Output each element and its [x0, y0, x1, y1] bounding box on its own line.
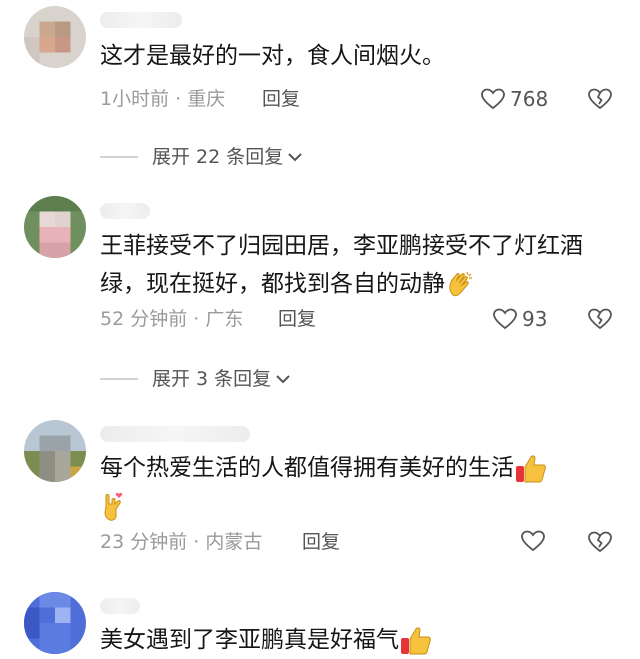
- comment-text: 王菲接受不了归园田居，李亚鹏接受不了灯红酒绿，现在挺好，都找到各自的动静: [100, 227, 600, 303]
- like-button[interactable]: [520, 529, 550, 553]
- heart-icon: [481, 88, 505, 110]
- broken-heart-icon: [588, 308, 612, 330]
- broken-heart-icon: [588, 531, 612, 553]
- username[interactable]: [100, 598, 140, 614]
- avatar[interactable]: [24, 592, 86, 654]
- like-count: 93: [522, 307, 548, 331]
- comment-text: 这才是最好的一对，食人间烟火。: [100, 43, 445, 69]
- comment-text: 每个热爱生活的人都值得拥有美好的生活: [100, 449, 600, 525]
- love-you-hand-icon: [104, 492, 123, 521]
- reply-button[interactable]: 回复: [278, 306, 316, 332]
- reply-button[interactable]: 回复: [262, 86, 300, 112]
- username[interactable]: [100, 203, 150, 219]
- expand-replies-button[interactable]: 展开 22 条回复: [100, 144, 304, 170]
- comment-text-content: 每个热爱生活的人都值得拥有美好的生活: [100, 455, 514, 481]
- expand-replies-label: 展开 22 条回复: [152, 146, 284, 168]
- like-count: 768: [510, 87, 549, 111]
- expand-replies-button[interactable]: 展开 3 条回复: [100, 366, 292, 392]
- like-button[interactable]: 768: [480, 86, 548, 112]
- thumbs-up-icon: [401, 626, 431, 654]
- avatar[interactable]: [24, 196, 86, 258]
- username[interactable]: [100, 12, 182, 28]
- like-button[interactable]: 93: [492, 306, 547, 332]
- divider: [100, 156, 138, 158]
- heart-icon: [521, 530, 545, 552]
- comment-meta: 52 分钟前 · 广东: [100, 308, 244, 330]
- comment-meta: 1小时前 · 重庆: [100, 88, 226, 110]
- avatar[interactable]: [24, 6, 86, 68]
- dislike-button[interactable]: [587, 530, 613, 558]
- dislike-button[interactable]: [587, 307, 613, 335]
- thumbs-up-icon: [516, 454, 546, 482]
- comment-meta: 23 分钟前 · 内蒙古: [100, 531, 263, 553]
- divider: [100, 378, 138, 380]
- reply-button[interactable]: 回复: [302, 529, 340, 555]
- avatar[interactable]: [24, 420, 86, 482]
- expand-replies-label: 展开 3 条回复: [152, 368, 272, 390]
- comment-text-content: 美女遇到了李亚鹏真是好福气: [100, 627, 399, 653]
- username[interactable]: [100, 426, 250, 442]
- heart-icon: [493, 308, 517, 330]
- broken-heart-icon: [588, 88, 612, 110]
- comment-text: 美女遇到了李亚鹏真是好福气: [100, 621, 600, 659]
- dislike-button[interactable]: [587, 87, 613, 115]
- clapping-hands-icon: [449, 271, 472, 296]
- chevron-down-icon: [288, 153, 302, 162]
- chevron-down-icon: [276, 375, 290, 384]
- comment-text-content: 王菲接受不了归园田居，李亚鹏接受不了灯红酒绿，现在挺好，都找到各自的动静: [100, 233, 583, 297]
